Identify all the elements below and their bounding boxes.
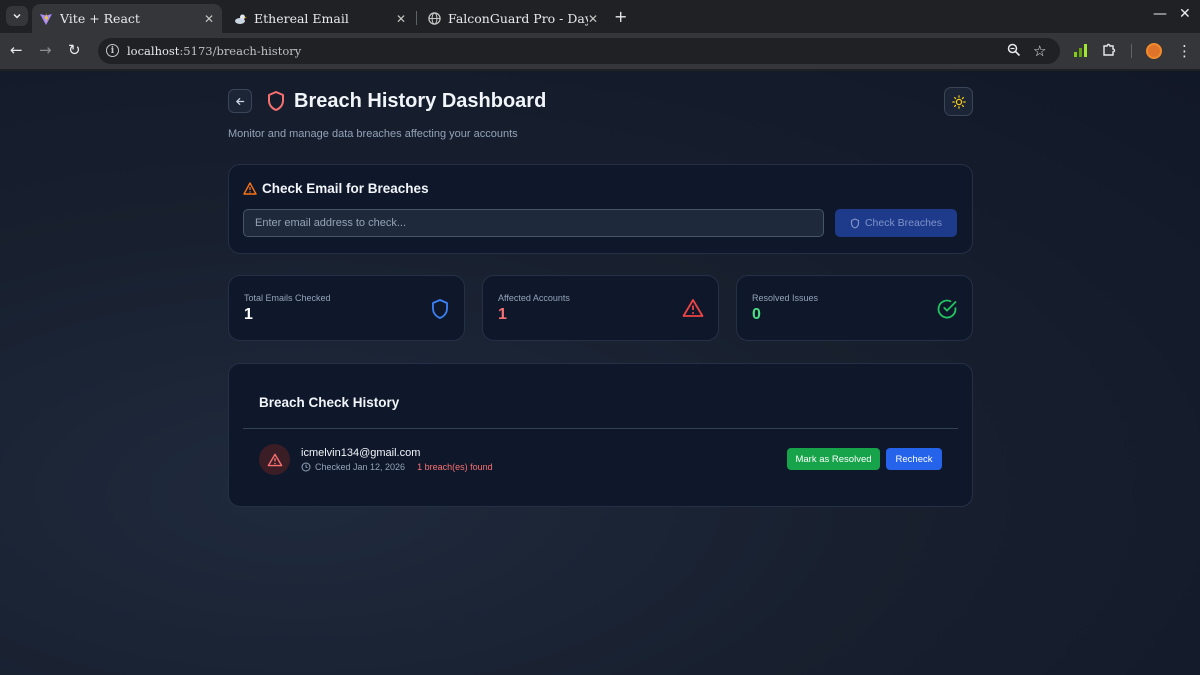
theme-toggle-button[interactable] [944, 87, 973, 116]
sun-icon [951, 94, 966, 109]
history-divider [243, 428, 958, 429]
check-breaches-label: Check Breaches [864, 217, 943, 229]
stat-label: Resolved Issues [752, 293, 819, 303]
stat-value: 0 [752, 306, 761, 323]
stat-label: Affected Accounts [498, 293, 570, 303]
mark-as-resolved-button[interactable]: Mark as Resolved [787, 448, 880, 470]
ethereal-icon [232, 11, 248, 27]
stat-value: 1 [498, 306, 507, 323]
site-info-icon[interactable]: i [106, 44, 119, 57]
shield-icon [266, 90, 286, 117]
stat-card-affected: Affected Accounts 1 [482, 275, 719, 341]
arrow-left-icon [235, 97, 244, 105]
reload-icon[interactable]: ↻ [68, 41, 81, 59]
bookmark-star-icon[interactable]: ☆ [1033, 42, 1046, 60]
history-email: icmelvin134@gmail.com [301, 447, 421, 459]
extension-chart-icon[interactable] [1073, 42, 1089, 62]
history-meta: Checked Jan 12, 2026 1 breach(es) found [301, 462, 493, 472]
page-subtitle: Monitor and manage data breaches affecti… [228, 128, 518, 140]
warning-icon [243, 182, 257, 200]
tab-falconguard[interactable]: FalconGuard Pro - Day 25 M ✕ [420, 4, 610, 33]
close-window-icon[interactable]: ✕ [1179, 6, 1191, 22]
tab-title: FalconGuard Pro - Day 25 M [448, 11, 588, 26]
new-tab-button[interactable]: + [614, 7, 627, 26]
tab-title: Vite + React [60, 11, 140, 26]
vite-icon [38, 11, 54, 27]
clock-icon [301, 462, 311, 472]
history-checked-date: Checked Jan 12, 2026 [315, 462, 406, 472]
url-path: :5173/breach-history [179, 44, 302, 58]
back-button[interactable] [228, 89, 252, 113]
back-arrow-icon[interactable]: ← [10, 41, 23, 59]
tab-close-icon[interactable]: ✕ [396, 12, 406, 26]
tab-close-icon[interactable]: ✕ [588, 12, 598, 26]
zoom-icon[interactable] [1007, 43, 1021, 61]
tab-search-button[interactable] [6, 6, 28, 26]
breach-history-card [228, 363, 973, 507]
stat-card-total: Total Emails Checked 1 [228, 275, 465, 341]
chevron-down-icon [13, 13, 21, 19]
profile-avatar[interactable] [1146, 43, 1162, 59]
history-title: Breach Check History [259, 395, 400, 410]
extensions-puzzle-icon[interactable] [1101, 42, 1117, 62]
tab-close-icon[interactable]: ✕ [204, 12, 214, 26]
url-text[interactable]: localhost:5173/breach-history [127, 44, 301, 58]
forward-arrow-icon[interactable]: → [39, 41, 52, 59]
email-input[interactable] [243, 209, 824, 237]
recheck-button[interactable]: Recheck [886, 448, 942, 470]
warning-icon [259, 444, 290, 475]
check-email-title: Check Email for Breaches [262, 181, 429, 196]
history-breach-count: 1 breach(es) found [417, 462, 493, 472]
url-host: localhost [127, 44, 180, 58]
check-circle-icon [936, 298, 958, 325]
stat-value: 1 [244, 306, 253, 323]
tab-ethereal-email[interactable]: Ethereal Email ✕ [226, 4, 416, 33]
toolbar-divider [1131, 44, 1132, 58]
browser-tab-strip: Vite + React ✕ Ethereal Email ✕ FalconGu… [0, 0, 1200, 33]
stat-label: Total Emails Checked [244, 293, 331, 303]
check-breaches-button[interactable]: Check Breaches [835, 209, 957, 237]
warning-icon [682, 298, 704, 323]
minimize-icon[interactable]: — [1153, 6, 1167, 22]
shield-icon [850, 217, 860, 229]
tab-vite-react[interactable]: Vite + React ✕ [32, 4, 222, 33]
browser-menu-icon[interactable]: ⋮ [1177, 42, 1192, 60]
globe-icon [426, 11, 442, 27]
stat-card-resolved: Resolved Issues 0 [736, 275, 973, 341]
tab-divider [416, 11, 417, 25]
tab-title: Ethereal Email [254, 11, 349, 26]
shield-icon [430, 298, 450, 325]
page-title: Breach History Dashboard [294, 90, 547, 112]
